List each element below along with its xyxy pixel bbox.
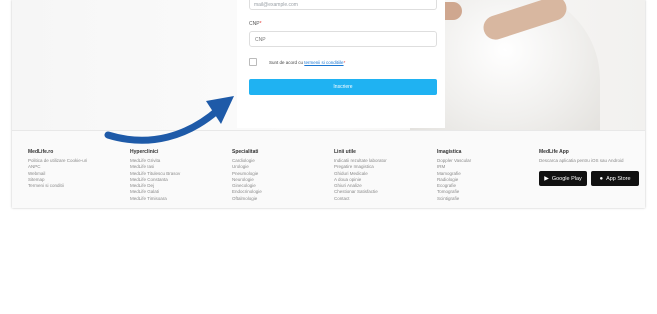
footer-column-medlife: MedLife.ro Politica de utilizare Cookie-… (28, 149, 124, 189)
footer-column-title: MedLife App (539, 149, 569, 155)
footer-link[interactable]: Oftalmologie (232, 196, 328, 202)
footer-column-title: Linii utile (334, 149, 356, 155)
pointer-arrow-icon (104, 96, 234, 144)
cnp-label: CNP* (249, 21, 262, 27)
footer-column-specialitati: Specialitati Cardiologie Urologie Pneumo… (232, 149, 328, 202)
footer-link[interactable]: Contact (334, 196, 430, 202)
google-play-button[interactable]: ▶ Google Play (539, 171, 587, 186)
cnp-label-text: CNP (249, 21, 260, 27)
footer-column-imagistica: Imagistica Doppler Vascular IRM Mamograf… (437, 149, 533, 202)
footer-column-title: Imagistica (437, 149, 462, 155)
footer-column-linii-utile: Linii utile Indicatii rezultate laborato… (334, 149, 430, 202)
consent-required-marker: * (343, 59, 346, 65)
required-marker: * (259, 21, 262, 27)
footer-link[interactable]: MedLife Timisoara (130, 196, 226, 202)
submit-button[interactable]: Inscriere (249, 79, 437, 95)
play-icon: ▶ (544, 176, 549, 182)
footer-link[interactable]: Descarca aplicatia pentru iOS sau Androi… (539, 158, 639, 164)
cnp-field[interactable]: CNP (249, 31, 437, 47)
consent-text: Sunt de acord cu (269, 59, 304, 65)
google-play-label: Google Play (551, 175, 582, 182)
footer-column-app: MedLife App Descarca aplicatia pentru iO… (539, 149, 639, 164)
consent-row: Sunt de acord cu termenii si conditiile * (249, 58, 345, 66)
apple-icon: ● (599, 175, 604, 182)
signup-form: mail@example.com CNP* CNP Sunt de acord … (237, 0, 445, 128)
email-field[interactable]: mail@example.com (249, 0, 437, 10)
app-store-button[interactable]: ● App Store (591, 171, 639, 186)
terms-link[interactable]: termenii si conditiile (304, 60, 343, 65)
footer-link[interactable]: Scintigrafie (437, 196, 533, 202)
footer-column-hyperclinici: Hyperclinici MedLife Grivita MedLife Ias… (130, 149, 226, 202)
footer-column-title: Specialitati (232, 149, 259, 155)
consent-checkbox[interactable] (249, 58, 257, 66)
app-store-label: App Store (606, 175, 631, 182)
footer-link[interactable]: Termeni si conditii (28, 183, 124, 189)
